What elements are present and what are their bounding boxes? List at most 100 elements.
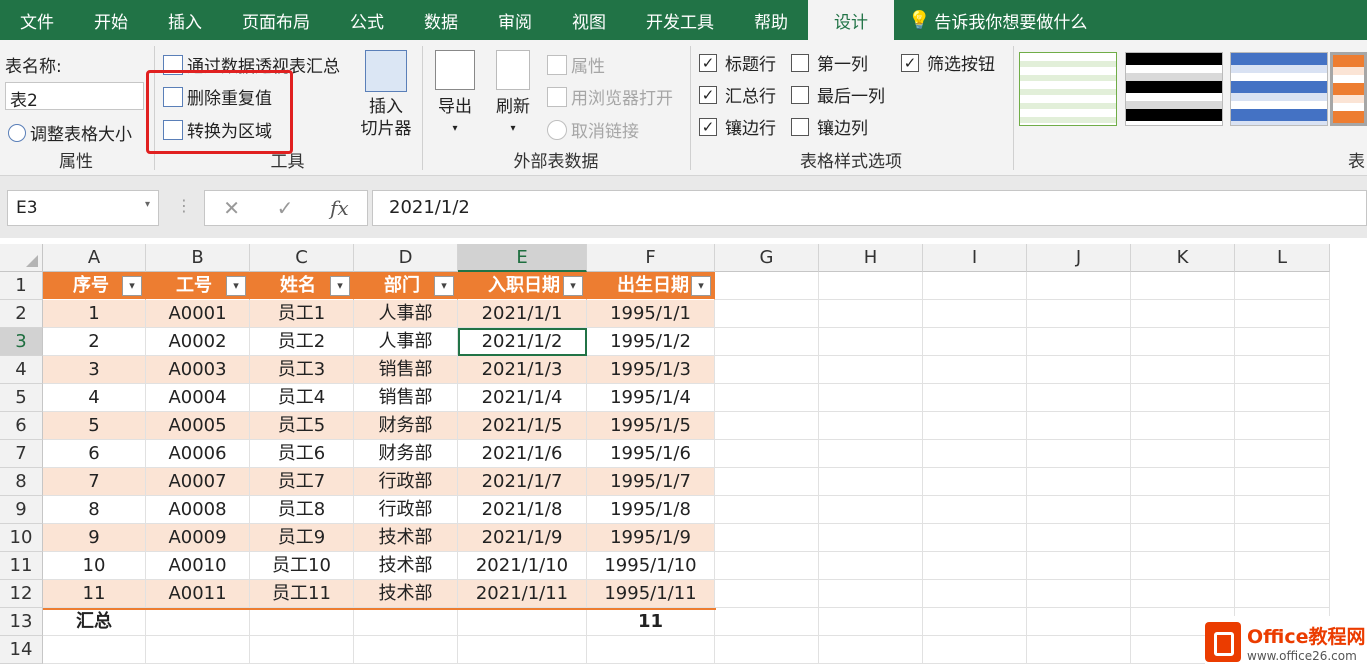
table-cell[interactable]: 1995/1/1	[587, 300, 715, 328]
empty-cell[interactable]	[146, 636, 250, 664]
empty-cell[interactable]	[1027, 468, 1131, 496]
refresh-button[interactable]: 刷新 ▾	[487, 50, 539, 140]
filter-dropdown-icon[interactable]: ▾	[330, 276, 350, 296]
empty-cell[interactable]	[1235, 440, 1330, 468]
empty-cell[interactable]	[819, 440, 923, 468]
empty-cell[interactable]	[923, 524, 1027, 552]
empty-cell[interactable]	[923, 356, 1027, 384]
empty-cell[interactable]	[1235, 272, 1330, 300]
table-cell[interactable]: 技术部	[354, 552, 458, 580]
column-header[interactable]: F	[587, 244, 715, 272]
empty-cell[interactable]	[1235, 412, 1330, 440]
empty-cell[interactable]	[1027, 356, 1131, 384]
table-cell[interactable]: 6	[43, 440, 146, 468]
table-cell[interactable]: 1995/1/6	[587, 440, 715, 468]
table-cell[interactable]: A0007	[146, 468, 250, 496]
empty-cell[interactable]	[819, 384, 923, 412]
tab-data[interactable]: 数据	[404, 0, 478, 40]
empty-cell[interactable]	[1027, 580, 1131, 608]
empty-cell[interactable]	[1027, 440, 1131, 468]
empty-cell[interactable]	[1235, 580, 1330, 608]
empty-cell[interactable]	[1235, 552, 1330, 580]
table-cell[interactable]: 2021/1/7	[458, 468, 587, 496]
table-cell[interactable]: A0004	[146, 384, 250, 412]
row-header[interactable]: 11	[0, 552, 43, 580]
row-header[interactable]: 12	[0, 580, 43, 608]
tab-help[interactable]: 帮助	[734, 0, 808, 40]
empty-cell[interactable]	[1027, 552, 1131, 580]
column-header[interactable]: K	[1131, 244, 1235, 272]
empty-cell[interactable]	[1027, 496, 1131, 524]
empty-cell[interactable]	[43, 636, 146, 664]
tab-page-layout[interactable]: 页面布局	[222, 0, 330, 40]
table-cell[interactable]: 员工9	[250, 524, 354, 552]
tab-design[interactable]: 设计	[808, 0, 894, 40]
table-cell[interactable]: 人事部	[354, 300, 458, 328]
empty-cell[interactable]	[1131, 356, 1235, 384]
row-header[interactable]: 2	[0, 300, 43, 328]
empty-cell[interactable]	[1131, 300, 1235, 328]
empty-cell[interactable]	[1027, 328, 1131, 356]
empty-cell[interactable]	[458, 608, 587, 636]
header-row-checkbox[interactable]: ✓ 标题行	[699, 50, 776, 75]
open-in-browser-button[interactable]: 用浏览器打开	[547, 84, 673, 109]
table-cell[interactable]: A0005	[146, 412, 250, 440]
table-cell[interactable]: 1995/1/9	[587, 524, 715, 552]
empty-cell[interactable]	[819, 580, 923, 608]
empty-cell[interactable]	[1131, 496, 1235, 524]
table-cell[interactable]: 员工7	[250, 468, 354, 496]
empty-cell[interactable]	[715, 468, 819, 496]
empty-cell[interactable]	[715, 300, 819, 328]
table-header-cell[interactable]: 部门 ▾	[354, 272, 458, 300]
table-name-input[interactable]: 表2	[5, 82, 144, 111]
table-cell[interactable]: 员工2	[250, 328, 354, 356]
empty-cell[interactable]	[819, 524, 923, 552]
banded-rows-checkbox[interactable]: ✓ 镶边行	[699, 114, 776, 139]
empty-cell[interactable]	[1027, 608, 1131, 636]
empty-cell[interactable]	[923, 552, 1027, 580]
table-cell[interactable]: 1995/1/5	[587, 412, 715, 440]
empty-cell[interactable]	[1131, 440, 1235, 468]
cancel-icon[interactable]: ✕	[223, 196, 240, 220]
table-cell[interactable]: 1995/1/4	[587, 384, 715, 412]
table-cell[interactable]: 2021/1/9	[458, 524, 587, 552]
table-cell[interactable]: 4	[43, 384, 146, 412]
empty-cell[interactable]	[354, 608, 458, 636]
empty-cell[interactable]	[819, 552, 923, 580]
empty-cell[interactable]	[1235, 300, 1330, 328]
enter-icon[interactable]: ✓	[277, 196, 294, 220]
empty-cell[interactable]	[1027, 412, 1131, 440]
table-cell[interactable]: 1995/1/10	[587, 552, 715, 580]
empty-cell[interactable]	[715, 524, 819, 552]
column-header[interactable]: L	[1235, 244, 1330, 272]
row-header[interactable]: 9	[0, 496, 43, 524]
empty-cell[interactable]	[923, 468, 1027, 496]
empty-cell[interactable]	[1131, 384, 1235, 412]
table-cell[interactable]: 1995/1/11	[587, 580, 715, 608]
table-cell[interactable]: 2021/1/3	[458, 356, 587, 384]
last-column-checkbox[interactable]: 最后一列	[791, 82, 885, 107]
tab-review[interactable]: 审阅	[478, 0, 552, 40]
table-cell[interactable]: 1995/1/2	[587, 328, 715, 356]
filter-dropdown-icon[interactable]: ▾	[691, 276, 711, 296]
empty-cell[interactable]	[1235, 496, 1330, 524]
table-cell[interactable]: 员工10	[250, 552, 354, 580]
empty-cell[interactable]	[250, 636, 354, 664]
row-header[interactable]: 7	[0, 440, 43, 468]
resize-table-button[interactable]: 调整表格大小	[8, 120, 132, 145]
table-cell[interactable]: 员工6	[250, 440, 354, 468]
empty-cell[interactable]	[923, 580, 1027, 608]
empty-cell[interactable]	[923, 440, 1027, 468]
empty-cell[interactable]	[715, 440, 819, 468]
table-cell[interactable]: 2021/1/2	[458, 328, 587, 356]
table-cell[interactable]: 11	[43, 580, 146, 608]
table-style-black[interactable]	[1125, 52, 1223, 126]
row-header[interactable]: 8	[0, 468, 43, 496]
empty-cell[interactable]	[715, 552, 819, 580]
table-cell[interactable]: 8	[43, 496, 146, 524]
table-style-blue[interactable]	[1230, 52, 1328, 126]
empty-cell[interactable]	[819, 608, 923, 636]
empty-cell[interactable]	[1131, 552, 1235, 580]
table-cell[interactable]: A0002	[146, 328, 250, 356]
table-cell[interactable]: 1995/1/3	[587, 356, 715, 384]
